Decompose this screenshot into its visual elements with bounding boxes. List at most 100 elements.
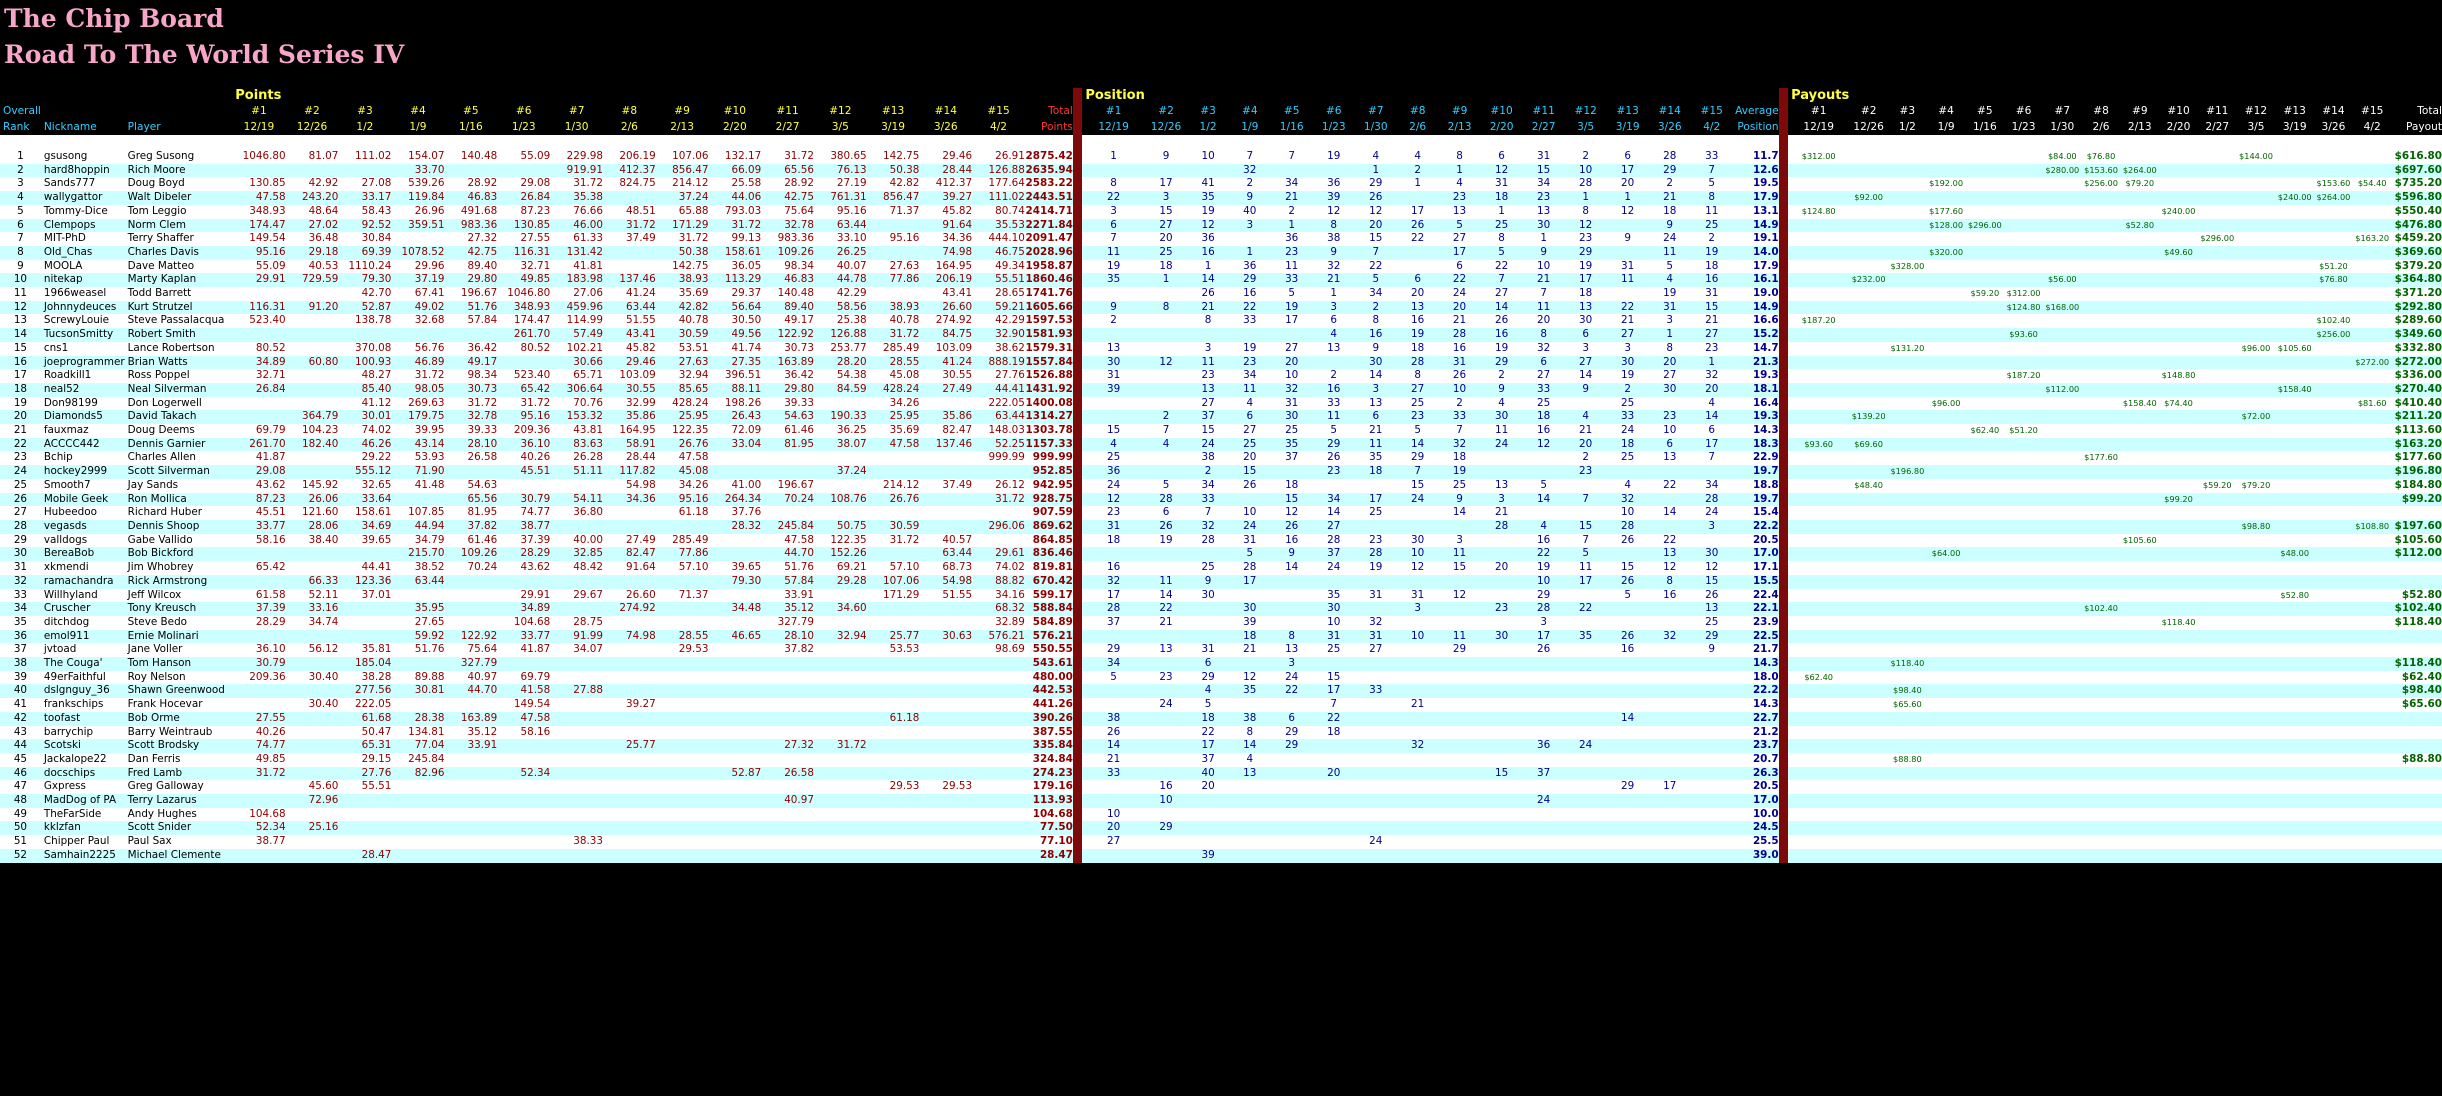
position-cell bbox=[1606, 465, 1649, 479]
payout-cell bbox=[1888, 492, 1927, 507]
rank-cell: 52 bbox=[0, 848, 41, 863]
points-cell: 38.93 bbox=[866, 300, 920, 315]
column-separator bbox=[1778, 848, 1789, 863]
position-cell: 3 bbox=[1082, 204, 1145, 219]
payout-cell bbox=[2081, 273, 2121, 288]
payout-cell bbox=[2159, 657, 2198, 671]
position-cell: 6 bbox=[1606, 150, 1649, 164]
payout-cell bbox=[2042, 369, 2082, 383]
payout-cell bbox=[1788, 506, 1850, 520]
payout-cell bbox=[2275, 465, 2315, 479]
points-cell bbox=[603, 835, 656, 849]
table-row: 32 ramachandra Rick Armstrong 66.33 123.36 63… bbox=[0, 574, 2442, 589]
position-cell: 19 bbox=[1144, 533, 1188, 548]
payout-cell bbox=[2042, 396, 2082, 411]
position-cell bbox=[1564, 684, 1607, 699]
points-cell bbox=[497, 739, 551, 753]
points-cell: 59.92 bbox=[391, 629, 445, 644]
points-cell: 40.78 bbox=[866, 314, 920, 329]
payout-cell bbox=[2042, 232, 2082, 246]
position-cell: 27 bbox=[1144, 218, 1188, 233]
points-cell bbox=[919, 657, 973, 671]
nickname-cell: Don98199 bbox=[40, 396, 125, 411]
points-cell: 444.10 bbox=[972, 232, 1025, 246]
position-cell bbox=[1270, 163, 1313, 178]
payout-cell bbox=[2197, 698, 2237, 712]
payout-cell bbox=[2042, 492, 2082, 507]
position-event-number: #15 bbox=[1700, 105, 1723, 117]
points-cell: 84.75 bbox=[919, 328, 973, 342]
points-cell: 44.78 bbox=[813, 273, 867, 288]
column-separator bbox=[1072, 780, 1083, 795]
points-cell: 38.33 bbox=[550, 835, 603, 849]
column-separator bbox=[1072, 410, 1083, 425]
average-position-cell: 19.7 bbox=[1732, 492, 1779, 507]
payout-cell bbox=[2004, 465, 2043, 479]
points-cell bbox=[444, 821, 498, 836]
position-cell: 36 bbox=[1270, 232, 1313, 246]
payout-cell bbox=[2159, 191, 2198, 205]
position-cell: 28 bbox=[1564, 177, 1607, 192]
payout-cell bbox=[2120, 232, 2160, 246]
payout-cell bbox=[2197, 807, 2237, 822]
position-cell: 25 bbox=[1228, 437, 1271, 452]
payout-cell bbox=[2275, 300, 2315, 315]
payout-cell: $328.00 bbox=[1888, 259, 1927, 274]
payout-cell bbox=[1926, 670, 1966, 685]
position-cell bbox=[1270, 602, 1313, 616]
column-separator bbox=[1778, 150, 1789, 164]
position-cell bbox=[1606, 766, 1649, 781]
position-cell: 2 bbox=[1396, 163, 1439, 178]
payout-cell bbox=[1849, 328, 1888, 342]
payout-cell bbox=[1926, 300, 1966, 315]
total-points-cell: 550.55 bbox=[1024, 643, 1073, 658]
rank-cell: 40 bbox=[0, 684, 41, 699]
rank-cell: 17 bbox=[0, 369, 41, 383]
points-cell: 171.29 bbox=[655, 218, 709, 233]
payout-cell bbox=[2275, 643, 2315, 658]
position-cell bbox=[1438, 739, 1481, 753]
points-cell: 28.38 bbox=[391, 711, 445, 726]
points-cell: 34.36 bbox=[603, 492, 656, 507]
position-cell: 16 bbox=[1396, 314, 1439, 329]
rank-cell: 20 bbox=[0, 410, 41, 425]
position-cell: 12 bbox=[1648, 561, 1691, 575]
payout-cell: $84.00 bbox=[2042, 150, 2082, 164]
column-separator bbox=[1072, 615, 1083, 630]
payout-cell bbox=[1965, 588, 2005, 603]
column-separator bbox=[1778, 807, 1789, 822]
payout-cell bbox=[2042, 410, 2082, 425]
payout-cell bbox=[2275, 287, 2315, 301]
total-points-cell: 441.26 bbox=[1024, 698, 1073, 712]
points-event-date: 2/13 bbox=[670, 121, 694, 133]
position-cell: 17 bbox=[1564, 273, 1607, 288]
position-cell: 3 bbox=[1396, 602, 1439, 616]
points-cell: 42.75 bbox=[761, 191, 814, 205]
payout-cell bbox=[2042, 588, 2082, 603]
position-cell: 26 bbox=[1606, 533, 1649, 548]
payout-cell bbox=[2042, 355, 2082, 370]
points-cell: 77.86 bbox=[655, 547, 709, 562]
table-row: 18 neal52 Neal Silverman 26.84 85.40 98.05 30.… bbox=[0, 382, 2442, 397]
payout-cell bbox=[1788, 835, 1850, 849]
points-cell: 26.84 bbox=[232, 382, 286, 397]
position-cell: 12 bbox=[1480, 163, 1523, 178]
payout-cell bbox=[1965, 232, 2005, 246]
column-separator bbox=[1072, 766, 1083, 781]
payout-cell bbox=[2081, 752, 2121, 767]
position-cell bbox=[1228, 698, 1271, 712]
points-cell: 58.16 bbox=[497, 725, 551, 740]
rank-cell: 46 bbox=[0, 766, 41, 781]
position-cell: 2 bbox=[1438, 396, 1481, 411]
points-cell: 75.64 bbox=[761, 204, 814, 219]
points-cell bbox=[655, 519, 709, 534]
points-cell bbox=[391, 232, 445, 246]
position-cell: 20 bbox=[1606, 177, 1649, 192]
position-cell: 1 bbox=[1480, 204, 1523, 219]
position-cell: 12 bbox=[1082, 492, 1145, 507]
points-cell: 42.29 bbox=[972, 314, 1025, 329]
table-row: 2 hard8hoppin Rich Moore 33.70 919.91 412.37 8… bbox=[0, 163, 2442, 178]
total-points-cell: 599.17 bbox=[1024, 588, 1073, 603]
payout-cell bbox=[2197, 629, 2237, 644]
position-cell: 33 bbox=[1187, 492, 1229, 507]
